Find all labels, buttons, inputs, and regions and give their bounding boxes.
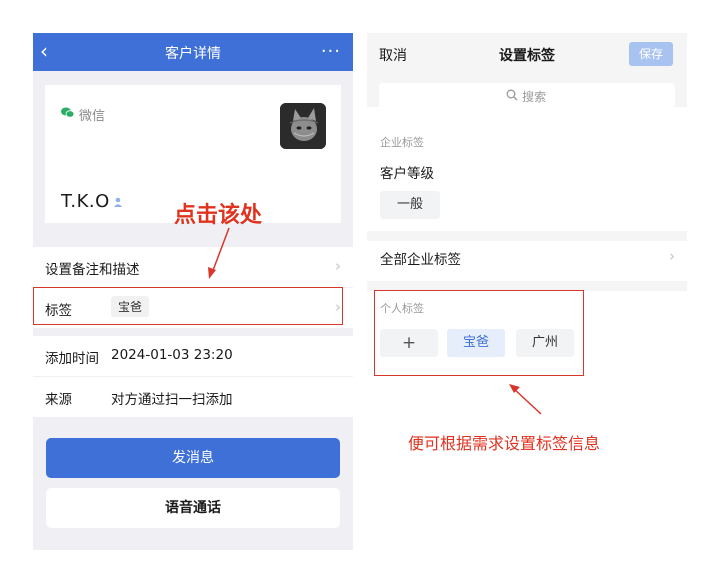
arrows-overlay xyxy=(208,227,542,415)
down-arrow-icon xyxy=(208,227,230,279)
up-arrow-icon xyxy=(509,384,542,415)
